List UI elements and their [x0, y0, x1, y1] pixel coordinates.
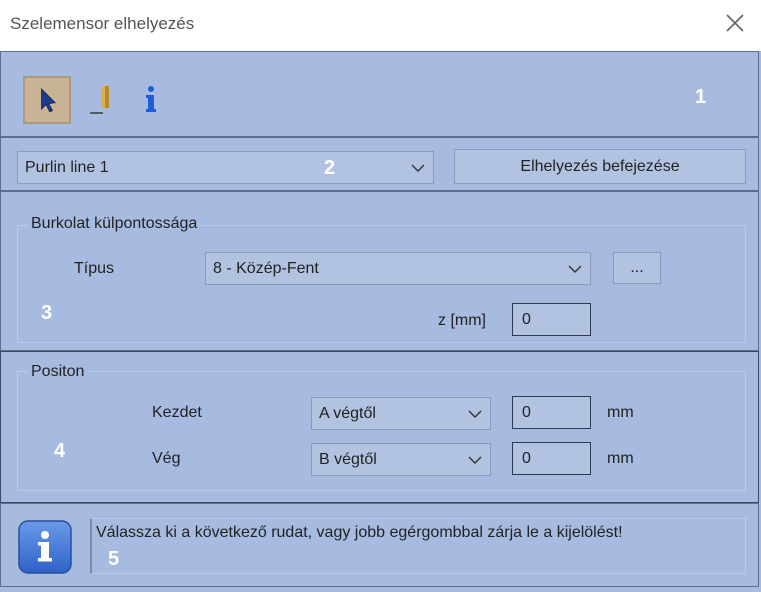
- status-panel: Válassza ki a következő rudat, vagy jobb…: [0, 503, 759, 587]
- purlin-line-select-value: Purlin line 1: [25, 158, 109, 176]
- status-message-text: Válassza ki a következő rudat, vagy jobb…: [96, 524, 623, 541]
- purlin-line-select[interactable]: Purlin line 1: [17, 151, 434, 184]
- chevron-down-icon: [468, 456, 482, 464]
- pencil-marker-icon: [90, 86, 109, 114]
- window-title: Szelemensor elhelyezés: [10, 14, 195, 33]
- end-reference-select[interactable]: B végtől: [311, 443, 491, 476]
- status-message: Válassza ki a következő rudat, vagy jobb…: [90, 518, 746, 574]
- end-label: Vég: [152, 450, 181, 467]
- start-reference-value: A végtől: [319, 404, 376, 422]
- chevron-down-icon: [568, 265, 582, 273]
- region-marker-1: 1: [695, 86, 707, 108]
- place-tool-button[interactable]: [79, 76, 127, 124]
- cursor-arrow-icon: [41, 88, 57, 113]
- type-select[interactable]: 8 - Közép-Fent: [205, 252, 591, 285]
- chevron-down-icon: [468, 410, 482, 418]
- toolbar-panel: 1: [0, 51, 759, 137]
- finish-placement-button[interactable]: Elhelyezés befejezése: [454, 149, 746, 184]
- region-marker-2: 2: [324, 157, 336, 179]
- line-panel: Purlin line 1 2 Elhelyezés befejezése: [0, 137, 759, 191]
- close-icon[interactable]: [721, 9, 749, 37]
- title-bar: Szelemensor elhelyezés: [0, 0, 761, 50]
- start-offset-input[interactable]: 0: [512, 396, 591, 429]
- type-select-value: 8 - Közép-Fent: [213, 259, 319, 277]
- position-panel: Positon Kezdet A végtől 0 mm 4 Vég B vég…: [0, 351, 759, 503]
- info-icon: [18, 520, 72, 574]
- type-label: Típus: [74, 260, 115, 277]
- cladding-legend: Burkolat külpontossága: [27, 215, 202, 233]
- dialog-body: 1 Purlin line 1 2 Elhelyezés befejezése …: [0, 51, 761, 592]
- select-tool-button[interactable]: [23, 76, 71, 124]
- region-marker-3: 3: [41, 302, 53, 324]
- end-offset-input[interactable]: 0: [512, 442, 591, 475]
- info-icon: [146, 86, 156, 112]
- region-marker-4: 4: [54, 440, 66, 462]
- z-mm-label: z [mm]: [438, 312, 486, 329]
- type-more-button[interactable]: ...: [613, 252, 661, 284]
- start-reference-select[interactable]: A végtől: [311, 397, 491, 430]
- close-button[interactable]: [721, 9, 749, 37]
- end-reference-value: B végtől: [319, 450, 377, 468]
- region-marker-5: 5: [108, 548, 120, 570]
- info-tool-button[interactable]: [127, 76, 175, 124]
- position-legend: Positon: [27, 363, 89, 381]
- chevron-down-icon: [411, 164, 425, 172]
- end-unit-label: mm: [607, 450, 634, 467]
- start-unit-label: mm: [607, 404, 634, 421]
- cladding-panel: Burkolat külpontossága Típus 8 - Közép-F…: [0, 191, 759, 351]
- z-mm-input[interactable]: 0: [512, 303, 591, 336]
- start-label: Kezdet: [152, 404, 202, 421]
